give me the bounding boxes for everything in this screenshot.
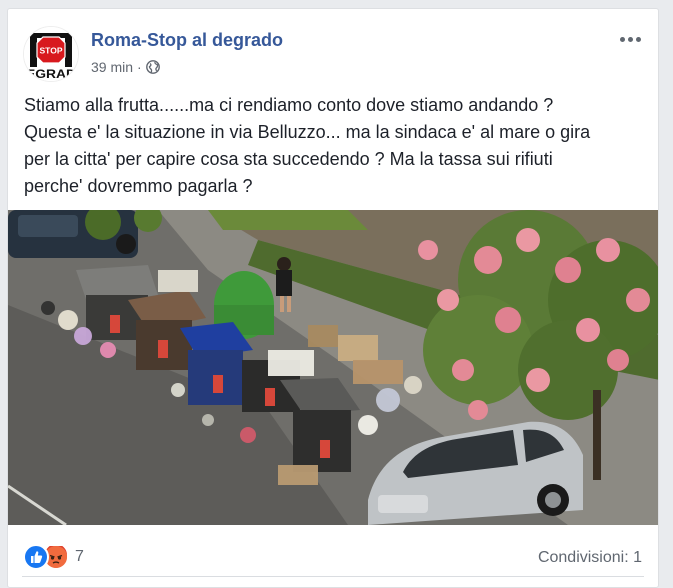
post-text: Stiamo alla frutta......ma ci rendiamo c… xyxy=(24,92,644,200)
page-name-link[interactable]: Roma-Stop al degrado xyxy=(91,30,283,51)
post-text-line: per la citta' per capire cosa sta succed… xyxy=(24,149,553,169)
post-meta: 39 min · xyxy=(91,59,160,75)
post-timestamp[interactable]: 39 min xyxy=(91,59,133,75)
post-footer: 7 Condivisioni: 1 xyxy=(8,525,658,583)
globe-icon[interactable] xyxy=(145,60,160,74)
avatar-logo-icon: STOP EGRAD xyxy=(24,27,78,81)
post-text-line: perche' dovremmo pagarla ? xyxy=(24,176,253,196)
avatar-bottom-text: EGRAD xyxy=(26,67,76,81)
footer-divider xyxy=(22,576,644,577)
shares-count-link[interactable]: Condivisioni: 1 xyxy=(538,549,642,567)
meta-separator: · xyxy=(137,59,142,75)
reactions-count: 7 xyxy=(75,548,84,565)
post-text-line: Questa e' la situazione in via Belluzzo.… xyxy=(24,122,591,142)
post-text-line: Stiamo alla frutta......ma ci rendiamo c… xyxy=(24,95,554,115)
like-icon xyxy=(23,544,49,570)
post-card: STOP EGRAD Roma-Stop al degrado 39 min ·… xyxy=(7,8,659,588)
page-avatar[interactable]: STOP EGRAD xyxy=(23,26,79,82)
avatar-stop-text: STOP xyxy=(40,46,63,56)
more-options-icon[interactable] xyxy=(616,29,644,49)
post-header: STOP EGRAD Roma-Stop al degrado 39 min · xyxy=(8,9,658,89)
post-photo[interactable] xyxy=(8,210,659,525)
reactions-summary[interactable]: 7 xyxy=(23,544,84,570)
